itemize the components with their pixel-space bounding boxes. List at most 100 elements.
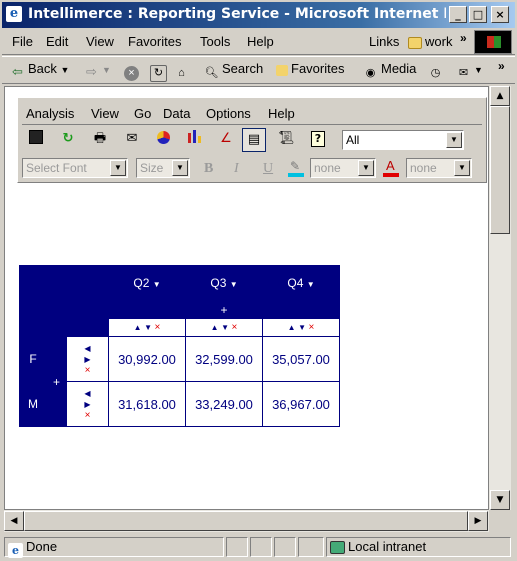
app-menu-analysis[interactable]: Analysis [26,106,74,121]
media-button[interactable]: ◉ Media [363,61,417,81]
view-select[interactable]: All ▼ [342,130,464,150]
scroll-thumb[interactable] [24,511,468,531]
sort-right-icon[interactable]: ▶ [84,400,90,409]
home-button[interactable]: ⌂ [174,61,192,81]
sort-up-icon[interactable]: ▲ [134,323,142,332]
properties-icon[interactable]: ▤ [242,128,266,152]
font-color-icon[interactable]: A [383,158,399,178]
search-button[interactable]: 🔍︎ Search [204,61,264,81]
scroll-icon[interactable]: 📜︎ [274,128,298,152]
row-sort-controls[interactable]: ◀ ▶ × [66,381,109,427]
chart-pie-icon[interactable] [151,128,175,152]
remove-icon[interactable]: × [85,410,91,421]
links-chevron[interactable]: » [460,31,467,45]
stop-button[interactable]: × [124,61,142,81]
row-sort-controls[interactable]: ◀ ▶ × [66,336,109,382]
status-bar: e Done Local intranet [2,535,515,559]
scroll-down-button[interactable]: ▼ [490,490,510,510]
forward-arrow-icon: ⇨ [86,64,97,79]
column-sort-controls[interactable]: ▲ ▼ × [185,318,263,337]
print-icon[interactable]: 🖶︎ [88,128,112,152]
highlight-color-icon[interactable]: ✎ [288,158,304,178]
scroll-thumb[interactable] [490,106,510,234]
menu-file[interactable]: File [12,34,33,49]
sort-up-icon[interactable]: ▲ [288,323,296,332]
menu-favorites[interactable]: Favorites [128,34,181,49]
row-expand-button[interactable]: + [46,336,67,427]
scroll-up-button[interactable]: ▲ [490,86,510,106]
app-menu-go[interactable]: Go [134,106,151,121]
menu-tools[interactable]: Tools [200,34,230,49]
corner-cell [19,265,67,337]
zone-panel: Local intranet [326,537,511,557]
bold-button[interactable]: B [204,161,213,177]
sort-down-icon[interactable]: ▼ [221,323,229,332]
menu-help[interactable]: Help [247,34,274,49]
sort-down-icon[interactable]: ▼ [144,323,152,332]
line-chart-icon[interactable]: ∠ [214,128,238,152]
remove-icon[interactable]: × [309,322,315,333]
chevron-down-icon: ▼ [358,160,374,176]
row-header-m[interactable]: M [19,381,47,427]
dropdown-icon: ▼ [229,280,238,289]
links-work-item[interactable]: work [408,34,452,49]
window-title: Intellimerce : Reporting Service - Micro… [28,6,446,22]
menu-edit[interactable]: Edit [46,34,68,49]
bar-chart-icon[interactable] [182,128,206,152]
home-icon: ⌂ [178,67,185,79]
scroll-left-button[interactable]: ◀ [4,511,24,531]
row-header-f[interactable]: F [19,336,47,382]
page-icon: e [8,543,23,558]
chevron-down-icon: ▼ [110,160,126,176]
highlight-color-select[interactable]: none ▼ [310,158,376,178]
underline-button[interactable]: U [263,161,273,177]
remove-icon[interactable]: × [232,322,238,333]
remove-icon[interactable]: × [155,322,161,333]
refresh-button[interactable]: ↻ [150,61,170,82]
sort-right-icon[interactable]: ▶ [84,355,90,364]
app-menu-options[interactable]: Options [206,106,251,121]
horizontal-scrollbar[interactable]: ◀ ▶ [4,510,489,532]
column-expand-button[interactable]: + [108,300,340,319]
favorites-icon [276,65,288,76]
column-sort-controls[interactable]: ▲ ▼ × [262,318,340,337]
app-menu-view[interactable]: View [91,106,119,121]
close-button[interactable]: × [491,6,509,23]
column-sort-controls[interactable]: ▲ ▼ × [108,318,186,337]
back-button[interactable]: ⇦ Back ▼ [10,61,69,79]
column-header-q4[interactable]: Q4 ▼ [262,265,340,301]
history-button[interactable]: ◷ [428,61,446,81]
dropdown-icon: ▼ [152,280,161,289]
sort-up-icon[interactable]: ▲ [211,323,219,332]
maximize-button[interactable]: □ [469,6,487,23]
sort-down-icon[interactable]: ▼ [298,323,306,332]
menu-view[interactable]: View [86,34,114,49]
mail-button[interactable]: ✉ ▼ [456,61,483,81]
size-select[interactable]: Size ▼ [136,158,190,178]
sort-left-icon[interactable]: ◀ [84,344,90,353]
pivot-table: Q2 ▼ Q3 ▼ Q4 ▼ + ▲ ▼ × ▲ ▼ × ▲ ▼ × F + ◀… [19,265,340,427]
vertical-scrollbar[interactable]: ▲ ▼ [489,86,511,510]
refresh-icon[interactable]: ↻ [56,128,80,152]
font-select[interactable]: Select Font ▼ [22,158,128,178]
save-icon[interactable] [24,128,48,152]
remove-icon[interactable]: × [85,365,91,376]
chevron-down-icon: ▼ [454,160,470,176]
app-menu-help[interactable]: Help [268,106,295,121]
cell-value: 30,992.00 [108,336,186,382]
cell-value: 35,057.00 [262,336,340,382]
toolbar-chevron[interactable]: » [498,59,505,73]
scroll-right-button[interactable]: ▶ [468,511,488,531]
app-menu-data[interactable]: Data [163,106,190,121]
message-icon[interactable]: ✉ [120,128,144,152]
help-icon[interactable]: ? [306,128,330,152]
windows-logo-icon [474,30,512,54]
favorites-button[interactable]: Favorites [276,61,344,76]
sort-left-icon[interactable]: ◀ [84,389,90,398]
font-color-select[interactable]: none ▼ [406,158,472,178]
italic-button[interactable]: I [234,161,239,177]
column-header-q3[interactable]: Q3 ▼ [185,265,263,301]
forward-button[interactable]: ⇨ ▼ [84,61,111,79]
column-header-q2[interactable]: Q2 ▼ [108,265,186,301]
minimize-button[interactable]: _ [449,6,467,23]
